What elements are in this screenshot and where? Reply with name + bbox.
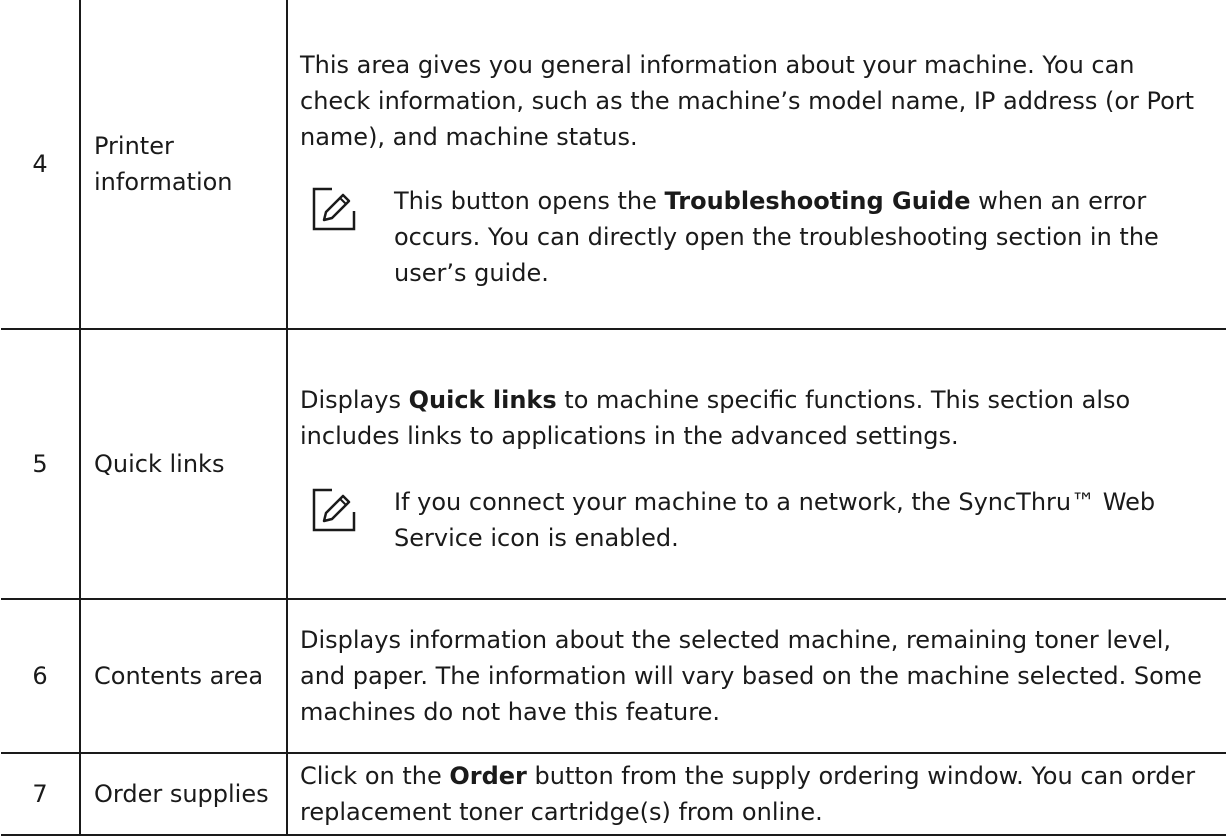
note-box: This button opens the Troubleshooting Gu… xyxy=(300,183,1212,291)
row-name: Order supplies xyxy=(79,752,288,836)
row-number: 5 xyxy=(1,328,81,600)
description-part: Displays xyxy=(300,386,409,414)
description-text: Click on the Order button from the suppl… xyxy=(300,758,1212,830)
note-pencil-icon xyxy=(312,187,356,231)
row-description: Displays Quick links to machine specific… xyxy=(286,328,1226,600)
description-text: This area gives you general information … xyxy=(300,51,1195,151)
note-text: If you connect your machine to a network… xyxy=(394,488,1156,552)
note-pencil-icon xyxy=(312,488,356,532)
row-name: Contents area xyxy=(79,598,288,754)
feature-table: 4 Printer information This area gives yo… xyxy=(1,0,1226,836)
note-bold-term: Troubleshooting Guide xyxy=(664,187,971,215)
note-text-part: This button opens the xyxy=(394,187,665,215)
row-number: 4 xyxy=(1,0,81,330)
table-row: 6 Contents area Displays information abo… xyxy=(1,598,1226,754)
row-description: Click on the Order button from the suppl… xyxy=(286,752,1226,836)
row-number: 6 xyxy=(1,598,81,754)
row-description: Displays information about the selected … xyxy=(286,598,1226,754)
description-text: Displays Quick links to machine specific… xyxy=(300,382,1212,454)
description-text: Displays information about the selected … xyxy=(300,626,1202,726)
description-bold-term: Order xyxy=(449,762,527,790)
table-row: 5 Quick links Displays Quick links to ma… xyxy=(1,328,1226,600)
row-number: 7 xyxy=(1,752,81,836)
table-row: 7 Order supplies Click on the Order butt… xyxy=(1,752,1226,836)
description-part: Click on the xyxy=(300,762,450,790)
description-bold-term: Quick links xyxy=(408,386,557,414)
note-text: This button opens the Troubleshooting Gu… xyxy=(394,183,1212,291)
table-row: 4 Printer information This area gives yo… xyxy=(1,0,1226,330)
row-name: Printer information xyxy=(79,0,288,330)
note-box: If you connect your machine to a network… xyxy=(300,484,1212,556)
row-description: This area gives you general information … xyxy=(286,0,1226,330)
row-name: Quick links xyxy=(79,328,288,600)
